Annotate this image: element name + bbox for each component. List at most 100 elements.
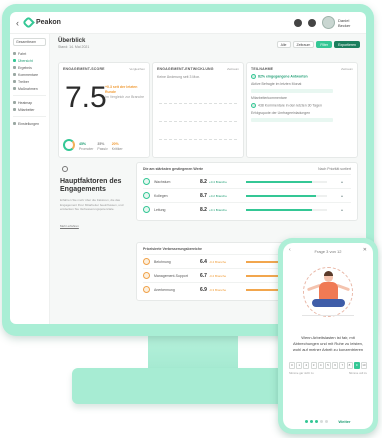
- notification-bell-icon[interactable]: [308, 18, 316, 27]
- sidebar-item-icon: [13, 101, 16, 104]
- sidebar-item-icon: [13, 59, 16, 62]
- factor-tag: +0.4 Branche: [208, 179, 227, 184]
- trend-note: Keine Änderung seit 3 Mon.: [157, 75, 201, 79]
- sidebar-item-comments[interactable]: Kommentare: [13, 71, 46, 78]
- sidebar-item-drivers[interactable]: Treiber: [13, 78, 46, 85]
- comments-count: 438 Kommentare in den letzten 30 Tagen: [251, 103, 353, 108]
- page-title: Überblick: [58, 38, 86, 44]
- rating-option-3[interactable]: 3: [310, 362, 317, 369]
- period-dropdown[interactable]: Zeitraum: [341, 67, 353, 71]
- invite-bar: [251, 117, 333, 122]
- passive-stat: 35% Passiv: [97, 142, 108, 151]
- sidebar-item-icon: [13, 80, 16, 83]
- sidebar-item-settings[interactable]: Einstellungen: [13, 120, 46, 127]
- sidebar-item-icon: [13, 66, 16, 69]
- sidebar-item-employees[interactable]: Mitarbeiter: [13, 106, 46, 113]
- sort-dropdown[interactable]: Nach Priorität sortiert: [318, 167, 351, 171]
- sidebar-item-label: Treiber: [18, 79, 29, 84]
- progress-dot: [310, 419, 314, 423]
- rating-option-0[interactable]: 0: [289, 362, 295, 369]
- factor-bar: [246, 208, 327, 211]
- rating-option-5[interactable]: 5: [324, 362, 331, 369]
- factor-score: 6.9: [200, 286, 207, 293]
- card-title: ENGAGEMENT-SCORE: [63, 67, 105, 71]
- rating-option-8[interactable]: 8: [346, 362, 353, 369]
- rating-option-10[interactable]: 10: [360, 362, 367, 369]
- sidebar-item-heatmap[interactable]: Heatmap: [13, 99, 46, 106]
- close-icon[interactable]: ✕: [363, 247, 367, 253]
- illustration-legs: [312, 299, 345, 307]
- section-description: Erfahren Sie mehr über die Faktoren, die…: [60, 198, 124, 211]
- logo-icon: [22, 16, 35, 29]
- header-actions: Alle Zeitraum Filter Exportieren: [276, 41, 360, 48]
- progress-dot: [305, 419, 309, 423]
- sidebar-item-label: Einstellungen: [18, 121, 40, 126]
- filter-button[interactable]: Filter: [316, 41, 333, 48]
- factor-row[interactable]: Wachstum 8.2 +0.4 Branche ▲: [143, 174, 351, 188]
- factor-score: 6.4: [200, 258, 207, 265]
- rating-option-4[interactable]: 4: [317, 362, 324, 369]
- app-logo[interactable]: Peakon: [22, 16, 61, 29]
- rating-option-1[interactable]: 1: [296, 362, 303, 369]
- chart-icon: [251, 74, 256, 79]
- help-icon[interactable]: [294, 18, 302, 27]
- factor-name: Wachstum: [154, 179, 171, 184]
- sidebar-item-results[interactable]: Ergebnis: [13, 64, 46, 71]
- back-icon[interactable]: ‹: [289, 247, 291, 253]
- back-arrow-icon[interactable]: ‹: [16, 18, 19, 28]
- sidebar-item-label: Kommentare: [18, 72, 39, 77]
- sidebar-item-overview[interactable]: Übersicht: [13, 57, 46, 64]
- rating-option-2[interactable]: 2: [303, 362, 310, 369]
- rating-option-7[interactable]: 7: [339, 362, 346, 369]
- survey-header: ‹ Frage 3 von 12 ✕: [283, 243, 373, 259]
- comment-icon: [251, 103, 256, 108]
- progress-dot: [325, 419, 329, 423]
- factor-name: Management-Support: [154, 273, 188, 278]
- sidebar-divider: [13, 95, 46, 96]
- promoter-stat: 45% Promoter: [79, 142, 94, 151]
- drivers-icon: [62, 166, 68, 172]
- participation-card[interactable]: TEILNAHME Zeitraum 82% eingegangene Antw…: [246, 62, 358, 158]
- response-rate: 82% eingegangene Antworten: [251, 74, 353, 79]
- rating-option-9[interactable]: 9: [353, 362, 360, 369]
- factor-row[interactable]: Kollegen 8.7 +0.2 Branche ▲: [143, 188, 351, 202]
- top-bar: ‹ Peakon Daniel Becker: [10, 12, 366, 34]
- user-menu[interactable]: Daniel Becker: [322, 16, 360, 29]
- rating-option-6[interactable]: 6: [332, 362, 339, 369]
- section-title: Hauptfaktoren des Engagements: [60, 178, 122, 193]
- period-button[interactable]: Zeitraum: [292, 41, 315, 48]
- sidebar-item-label: Ergebnis: [18, 65, 32, 70]
- period-dropdown[interactable]: Zeitraum: [227, 67, 239, 71]
- card-title: Priorisierte Verbesserungsbereiche: [143, 247, 202, 251]
- sidebar-item-icon: [13, 73, 16, 76]
- factor-score: 8.2: [200, 178, 207, 185]
- settings-icon: [13, 122, 16, 125]
- factor-bar-fill: [246, 208, 313, 211]
- factor-bar-fill: [246, 180, 313, 183]
- sidebar-item-label: Maßnahmen: [18, 86, 38, 91]
- trend-up-icon: ▲: [340, 193, 344, 198]
- progress-dot: [315, 419, 319, 423]
- filter-all-button[interactable]: Alle: [276, 41, 291, 48]
- engagement-trend-card[interactable]: ENGAGEMENT-ENTWICKLUNG Zeitraum Keine Än…: [152, 62, 244, 158]
- scale-labels: Stimme gar nicht zu Stimme voll zu: [289, 371, 367, 375]
- next-button[interactable]: Weiter: [338, 419, 350, 424]
- sidebar-item-fahrt[interactable]: Fahrt: [13, 50, 46, 57]
- sidebar-item-icon: [13, 108, 16, 111]
- learn-more-link[interactable]: Mehr erfahren: [60, 224, 79, 228]
- score-details: +0.3 seit der letzten Runde Im Vergleich…: [105, 85, 147, 100]
- factor-name: Anerkennung: [154, 287, 175, 292]
- team-select[interactable]: Gesamtteam: [13, 38, 46, 46]
- export-button[interactable]: Exportieren: [334, 41, 360, 48]
- management-icon: [143, 272, 150, 279]
- engagement-score-card[interactable]: ENGAGEMENT-SCORE Vergleichen 7.5 +0.3 se…: [58, 62, 150, 158]
- comments-heading: Mitarbeiterkommentare: [251, 95, 287, 100]
- trend-up-icon: ▲: [340, 179, 344, 184]
- factor-row[interactable]: Leitung 8.2 +0.1 Branche ▲: [143, 202, 351, 216]
- sidebar-item-actions[interactable]: Maßnahmen: [13, 85, 46, 92]
- factor-bar: [246, 180, 327, 183]
- compare-dropdown[interactable]: Vergleichen: [129, 67, 145, 71]
- progress-dots: [305, 419, 329, 423]
- phone-frame: ‹ Frage 3 von 12 ✕ Wenn Arbeitslasten is…: [278, 238, 378, 434]
- sidebar-item-icon: [13, 87, 16, 90]
